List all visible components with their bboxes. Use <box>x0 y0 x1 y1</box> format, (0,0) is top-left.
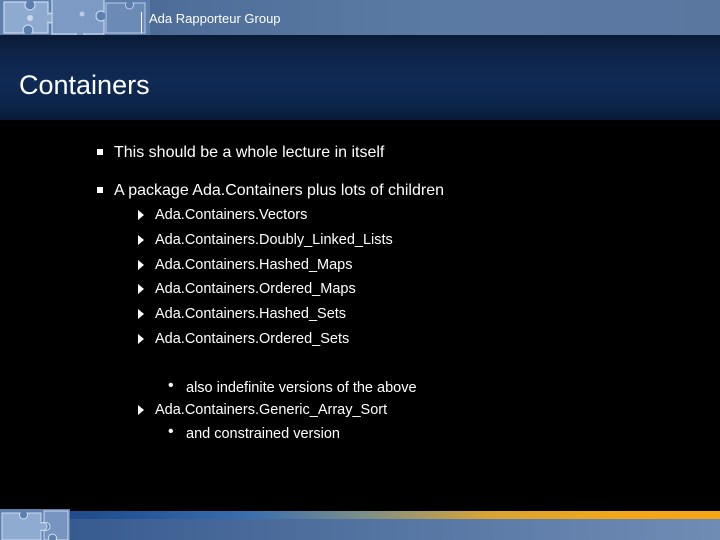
puzzle-pieces-icon <box>0 0 150 35</box>
sub-sub-bullet-text: also indefinite versions of the above <box>186 380 417 396</box>
triangle-arrow-icon <box>138 235 144 245</box>
sub-bullet-text: Ada.Containers.Hashed_Sets <box>155 306 347 322</box>
triangle-arrow-icon <box>138 405 144 415</box>
sub-bullet-text: Ada.Containers.Hashed_Maps <box>155 257 353 273</box>
square-bullet-icon <box>97 149 103 155</box>
sub-bullet-text: Ada.Containers.Doubly_Linked_Lists <box>155 232 393 248</box>
triangle-arrow-icon <box>138 210 144 220</box>
slide: Ada Rapporteur Group Containers This sho… <box>0 0 720 540</box>
triangle-arrow-icon <box>138 284 144 294</box>
dot-bullet-icon: • <box>168 423 174 440</box>
header-divider <box>141 12 142 33</box>
group-name: Ada Rapporteur Group <box>149 11 281 26</box>
triangle-arrow-icon <box>138 260 144 270</box>
top-banner: Ada Rapporteur Group <box>0 0 720 35</box>
square-bullet-icon <box>97 187 103 193</box>
sub-sub-bullet-text: and constrained version <box>186 426 340 442</box>
bullet-text: A package Ada.Containers plus lots of ch… <box>114 182 444 199</box>
sub-bullet-text: Ada.Containers.Vectors <box>155 207 308 223</box>
slide-title: Containers <box>19 70 150 100</box>
triangle-arrow-icon <box>138 334 144 344</box>
bullet-text: This should be a whole lecture in itself <box>114 144 385 161</box>
bottom-blue-strip <box>0 519 720 540</box>
dot-bullet-icon: • <box>168 377 174 394</box>
sub-bullet-text: Ada.Containers.Generic_Array_Sort <box>155 402 388 418</box>
sub-bullet-text: Ada.Containers.Ordered_Sets <box>155 331 350 347</box>
sub-bullet-text: Ada.Containers.Ordered_Maps <box>155 281 356 297</box>
puzzle-pieces-icon <box>0 509 70 540</box>
bottom-accent-stripe <box>0 511 720 519</box>
triangle-arrow-icon <box>138 309 144 319</box>
